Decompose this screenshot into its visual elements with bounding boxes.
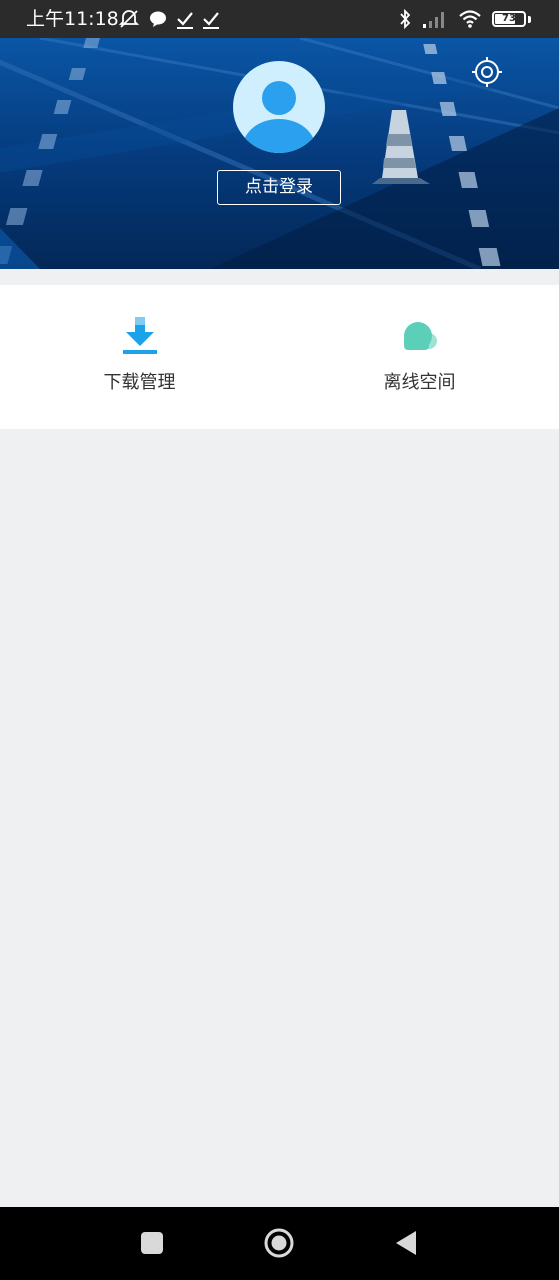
- battery-level: 73: [502, 13, 516, 24]
- mute-alarm-icon: [118, 10, 140, 28]
- download-icon: [122, 317, 157, 354]
- login-button[interactable]: 点击登录: [217, 170, 341, 205]
- battery-icon: 73: [492, 11, 526, 27]
- status-system-icons: 73: [398, 8, 531, 30]
- download-management-label: 下载管理: [103, 372, 176, 393]
- wifi-icon: [459, 10, 481, 28]
- profile-header: 点击登录: [0, 38, 559, 269]
- check-icon: [203, 12, 219, 29]
- back-icon[interactable]: [390, 1227, 422, 1259]
- avatar[interactable]: [233, 61, 325, 153]
- signal-icon: [423, 12, 444, 28]
- settings-icon[interactable]: [471, 56, 503, 88]
- chat-bubble-icon: [150, 11, 166, 27]
- offline-space-label: 离线空间: [383, 372, 456, 393]
- status-time: 上午11:18: [26, 8, 119, 30]
- offline-space-button[interactable]: 离线空间: [280, 285, 559, 429]
- download-management-button[interactable]: 下载管理: [0, 285, 279, 429]
- bluetooth-icon: [400, 8, 411, 30]
- profile-screen: 上午11:18 73 点击登录 下载管理 离线空间: [0, 0, 559, 1280]
- battery-cap: [528, 15, 531, 23]
- check-icon: [177, 12, 193, 29]
- status-bar: 上午11:18 73: [0, 0, 559, 38]
- cloud-icon: [403, 322, 437, 350]
- system-navigation-bar: [0, 1207, 559, 1280]
- user-avatar-icon: [243, 81, 315, 153]
- recent-apps-icon[interactable]: [136, 1227, 168, 1259]
- home-icon[interactable]: [263, 1227, 295, 1259]
- status-notification-icons: [118, 8, 220, 30]
- quick-actions-panel: 下载管理 离线空间: [0, 285, 559, 429]
